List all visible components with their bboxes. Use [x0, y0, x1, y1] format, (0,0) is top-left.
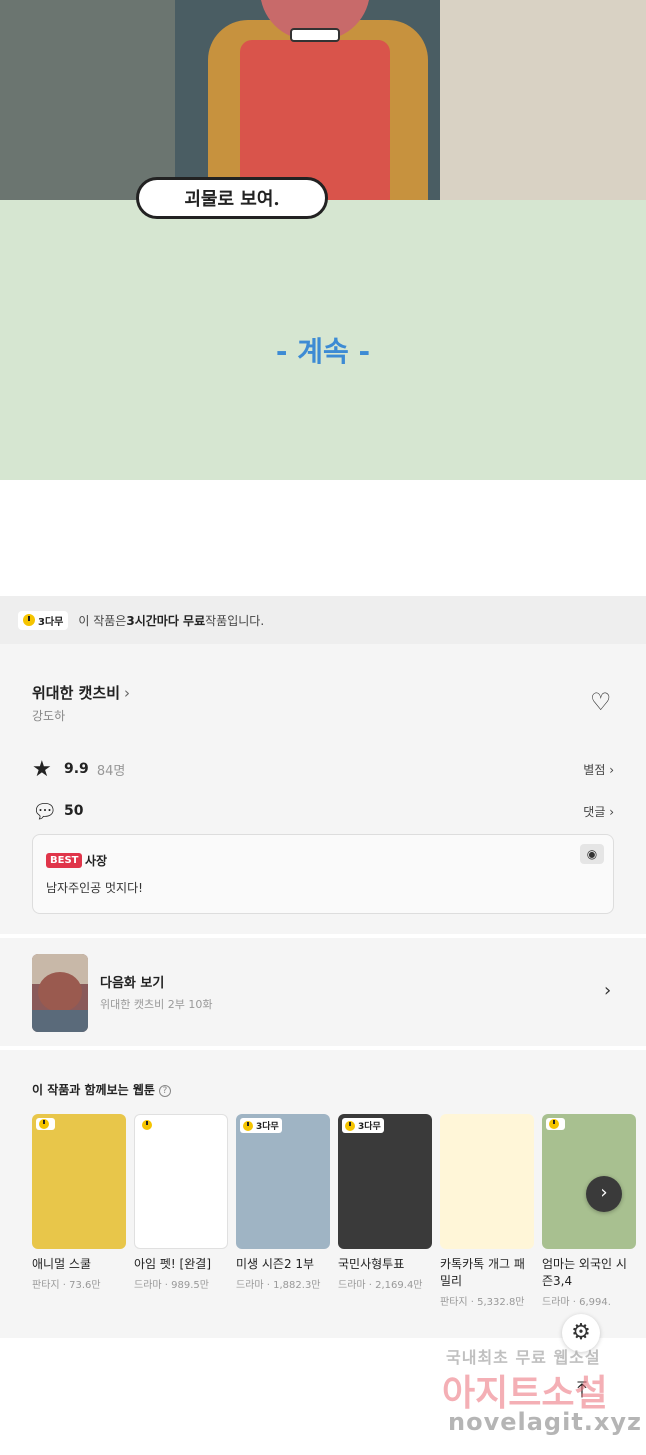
watermark-line3: novelagit.xyz: [448, 1408, 643, 1436]
clock-icon: [549, 1119, 559, 1129]
rec-name: 국민사형투표: [338, 1257, 405, 1271]
comic-wall-right: [440, 0, 646, 200]
wait-free-badge: 3다무: [240, 1118, 282, 1133]
comment-link[interactable]: 댓글 ›: [583, 803, 614, 820]
help-icon[interactable]: ?: [158, 1084, 171, 1097]
rec-thumbnail: [542, 1114, 636, 1249]
rec-card[interactable]: 아임 펫! [완결] 드라마 · 989.5만: [134, 1114, 228, 1291]
chevron-right-icon: ›: [604, 980, 612, 1001]
gear-icon[interactable]: ⚙: [562, 1314, 600, 1352]
arrow-up-icon[interactable]: ⤒: [566, 1378, 598, 1410]
chevron-right-icon: ›: [600, 1182, 608, 1203]
thumb-figure: [38, 972, 82, 1012]
comic-character-mouth: [290, 28, 340, 42]
rec-name: 미생 시즌2 1부: [236, 1257, 315, 1271]
rating-value: 9.9: [64, 761, 89, 777]
recommendations-title-text: 이 작품과 함께보는 웹툰: [32, 1083, 155, 1097]
next-episode-subtitle: 위대한 캣츠비 2부 10화: [100, 998, 213, 1011]
rec-meta: 판타지 · 5,332.8만: [440, 1297, 525, 1308]
next-episode-thumbnail: [32, 954, 88, 1032]
wait-free-badge: 3다무: [342, 1118, 384, 1133]
heart-icon[interactable]: ♡: [590, 690, 614, 714]
wait-free-badge: [36, 1118, 55, 1130]
rec-thumbnail: 3다무: [236, 1114, 330, 1249]
work-title: 위대한 캣츠비: [32, 684, 121, 702]
wait-free-badge: 3다무: [18, 610, 69, 630]
rec-thumbnail: [32, 1114, 126, 1249]
rec-meta: 드라마 · 1,882.3만: [236, 1280, 321, 1291]
comic-character-tee: [240, 40, 390, 200]
rec-card[interactable]: 3다무 미생 시즌2 1부 드라마 · 1,882.3만: [236, 1114, 330, 1291]
work-title-link[interactable]: 위대한 캣츠비 ›: [32, 682, 130, 703]
rec-name: 애니멀 스쿨: [32, 1257, 92, 1271]
rec-thumbnail: [440, 1114, 534, 1249]
comment-count: 50: [64, 803, 84, 819]
rec-thumbnail: [134, 1114, 228, 1249]
recommendations-title: 이 작품과 함께보는 웹툰?: [32, 1081, 171, 1098]
rec-name: 아임 펫! [완결]: [134, 1257, 212, 1271]
free-notice-bar: 3다무 이 작품은 3시간마다 무료 작품입니다.: [0, 596, 646, 644]
rec-card[interactable]: 카톡카톡 개그 패밀리 판타지 · 5,332.8만: [440, 1114, 534, 1308]
carousel-next-button[interactable]: ›: [586, 1176, 622, 1212]
work-info-section: 위대한 캣츠비 › 강도하 ♡ ★ 9.9 84명 별점 › 💬︎ 50 댓글 ›…: [0, 644, 646, 934]
viewer-page: 괴물로 보여. - 계속 - 3다무 이 작품은 3시간마다 무료 작품입니다.…: [0, 0, 646, 1455]
next-episode-label: 다음화 보기: [100, 976, 165, 991]
notice-text-prefix: 이 작품은: [78, 613, 127, 628]
recommendations-section: 이 작품과 함께보는 웹툰? 애니멀 스쿨 판타지 · 73.6만 아임 펫! …: [0, 1050, 646, 1338]
wait-free-badge: [546, 1118, 565, 1130]
star-icon: ★: [32, 756, 52, 782]
speech-bubble-icon: 💬︎: [32, 799, 58, 823]
continue-text: - 계속 -: [275, 335, 371, 368]
best-comment-card[interactable]: BEST 사장 남자주인공 멋지다! ◉: [32, 834, 614, 914]
wait-free-badge-label: 3다무: [38, 616, 64, 628]
comment-row: 💬︎ 50 댓글 ›: [32, 799, 614, 823]
rec-card[interactable]: 애니멀 스쿨 판타지 · 73.6만: [32, 1114, 126, 1291]
speech-bubble: 괴물로 보여.: [136, 177, 328, 219]
clock-icon: [23, 614, 35, 626]
rec-card[interactable]: 3다무 국민사형투표 드라마 · 2,169.4만: [338, 1114, 432, 1291]
continue-panel: - 계속 -: [0, 200, 646, 480]
rec-meta: 판타지 · 73.6만: [32, 1280, 101, 1291]
rec-card[interactable]: 엄마는 외국인 시즌3,4 드라마 · 6,994.: [542, 1114, 636, 1308]
rec-name: 카톡카톡 개그 패밀리: [440, 1257, 525, 1288]
watermark: 국내최초 무료 웹소설 아지트소설 novelagit.xyz: [442, 1338, 646, 1455]
rating-row: ★ 9.9 84명 별점 ›: [32, 756, 614, 782]
clock-icon: [345, 1120, 355, 1131]
thumb-ground: [32, 1010, 88, 1032]
rating-count: 84명: [96, 763, 126, 779]
chevron-right-icon: ›: [124, 684, 131, 702]
wait-free-badge: [139, 1119, 158, 1131]
notice-text-suffix: 작품입니다.: [205, 613, 265, 628]
comment-link-label: 댓글: [583, 804, 606, 819]
best-comment-user: 사장: [85, 854, 108, 868]
rate-link[interactable]: 별점 ›: [583, 761, 614, 778]
clock-icon: [39, 1119, 49, 1129]
comic-panel: [0, 0, 646, 200]
next-episode-row[interactable]: 다음화 보기 위대한 캣츠비 2부 10화 ›: [0, 938, 646, 1046]
notice-text-bold: 3시간마다 무료: [126, 613, 206, 628]
rec-name: 엄마는 외국인 시즌3,4: [542, 1257, 627, 1288]
comic-wall-left: [0, 0, 175, 200]
eye-icon[interactable]: ◉: [580, 844, 604, 864]
clock-icon: [142, 1120, 152, 1130]
rec-thumbnail: 3다무: [338, 1114, 432, 1249]
rec-meta: 드라마 · 2,169.4만: [338, 1280, 423, 1291]
best-badge: BEST: [46, 853, 83, 868]
badge-label: 3다무: [256, 1122, 279, 1132]
clock-icon: [243, 1120, 253, 1131]
work-author[interactable]: 강도하: [32, 707, 65, 724]
badge-label: 3다무: [358, 1122, 381, 1132]
rec-meta: 드라마 · 6,994.: [542, 1297, 611, 1308]
best-comment-text: 남자주인공 멋지다!: [46, 881, 143, 895]
rec-meta: 드라마 · 989.5만: [134, 1280, 209, 1291]
rate-link-label: 별점: [583, 762, 606, 777]
